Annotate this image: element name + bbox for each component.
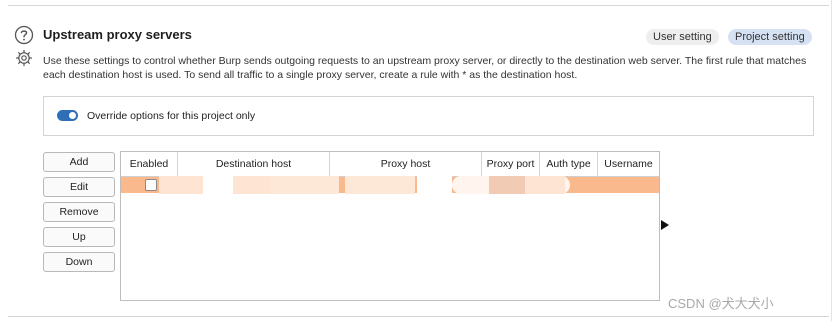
user-setting-tab[interactable]: User setting [646,29,719,45]
column-header-destination-host[interactable]: Destination host [178,152,330,176]
override-panel: Override options for this project only [43,96,814,136]
gear-icon[interactable] [14,48,34,68]
toggle-knob [69,112,76,119]
override-toggle[interactable] [57,110,78,121]
column-header-proxy-port[interactable]: Proxy port [482,152,540,176]
override-label: Override options for this project only [87,110,256,122]
proxy-rules-table: Enabled Destination host Proxy host Prox… [120,151,660,301]
down-button[interactable]: Down [43,252,115,272]
help-icon[interactable] [14,25,34,45]
column-header-auth-type[interactable]: Auth type [540,152,598,176]
remove-button[interactable]: Remove [43,202,115,222]
section-title: Upstream proxy servers [43,27,192,42]
up-button[interactable]: Up [43,227,115,247]
column-header-proxy-host[interactable]: Proxy host [330,152,482,176]
top-divider [8,5,829,6]
redacted-area [525,176,565,194]
mouse-cursor-icon [661,220,669,230]
bottom-divider [8,316,829,317]
section-description: Use these settings to control whether Bu… [43,55,807,81]
table-row[interactable] [121,176,659,194]
column-header-username[interactable]: Username [598,152,659,176]
watermark: CSDN @犬大犬小 [668,296,774,311]
panel-edge [831,0,832,321]
column-header-enabled[interactable]: Enabled [121,152,178,176]
redacted-area [269,176,339,194]
redacted-area [203,176,233,194]
add-button[interactable]: Add [43,152,115,172]
project-setting-tab[interactable]: Project setting [728,29,812,45]
table-header: Enabled Destination host Proxy host Prox… [121,152,659,177]
edit-button[interactable]: Edit [43,177,115,197]
redacted-area [345,176,415,194]
enabled-checkbox[interactable] [145,179,157,191]
redacted-area [417,176,452,194]
redacted-area [489,176,525,194]
